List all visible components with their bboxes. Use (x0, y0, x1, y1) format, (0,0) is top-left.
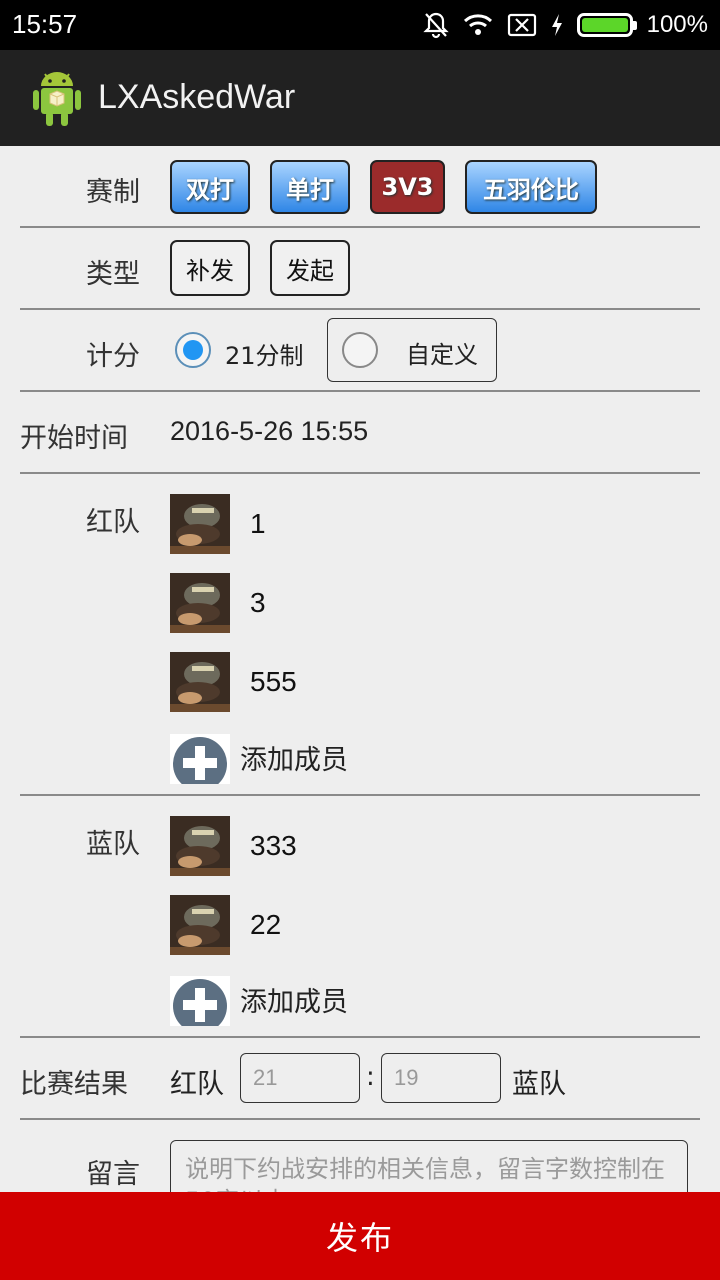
result-blue-label: 蓝队 (512, 1069, 566, 1100)
divider (20, 1118, 700, 1120)
battery-percent: 100% (646, 11, 708, 38)
red-add-member-button[interactable]: 添加成员 (240, 738, 348, 777)
app-bar: LXAskedWar (0, 50, 720, 146)
wifi-icon (463, 14, 492, 35)
type-option-initiate[interactable]: 发起 (270, 240, 350, 296)
score-separator: : (366, 1062, 375, 1092)
divider (20, 794, 700, 796)
battery-icon (576, 13, 637, 37)
app-title: LXAskedWar (98, 78, 296, 116)
member-avatar (170, 652, 230, 712)
scoring-radio-21[interactable] (175, 332, 211, 368)
scoring-option-21-label: 21分制 (225, 342, 304, 370)
start-time-label: 开始时间 (20, 423, 128, 454)
publish-button[interactable]: 发布 (0, 1192, 720, 1280)
result-label: 比赛结果 (20, 1069, 128, 1100)
no-sim-icon (507, 13, 536, 37)
divider (20, 308, 700, 310)
scoring-option-custom-label: 自定义 (406, 341, 478, 369)
red-score-input[interactable]: 21 (240, 1053, 360, 1103)
start-time-value[interactable]: 2016-5-26 15:55 (170, 416, 368, 447)
member-avatar (170, 573, 230, 633)
android-logo-icon (33, 72, 81, 126)
message-label: 留言 (86, 1159, 140, 1190)
divider (20, 390, 700, 392)
status-time: 15:57 (12, 9, 78, 39)
scoring-radio-custom[interactable] (342, 332, 378, 368)
blue-member-name: 22 (250, 909, 282, 940)
format-label: 赛制 (86, 177, 140, 208)
format-option-3v3[interactable]: 3V3 (370, 160, 445, 214)
blue-team-label: 蓝队 (86, 829, 140, 860)
add-member-icon[interactable] (170, 734, 230, 784)
blue-add-member-button[interactable]: 添加成员 (240, 980, 348, 1019)
status-bar: 15:57 100% (0, 0, 720, 50)
red-member-name: 1 (250, 508, 266, 539)
type-option-resend[interactable]: 补发 (170, 240, 250, 296)
divider (20, 226, 700, 228)
format-option-singles[interactable]: 单打 (270, 160, 350, 214)
member-avatar (170, 816, 230, 876)
format-option-five[interactable]: 五羽伦比 (465, 160, 597, 214)
type-label: 类型 (86, 259, 140, 290)
red-member-name: 3 (250, 587, 266, 618)
mute-bell-icon (422, 12, 449, 39)
result-red-label: 红队 (170, 1069, 224, 1100)
red-member-name: 555 (250, 666, 297, 697)
add-member-icon[interactable] (170, 976, 230, 1026)
format-option-doubles[interactable]: 双打 (170, 160, 250, 214)
status-icons: 100% (422, 8, 708, 42)
scoring-label: 计分 (86, 341, 140, 372)
scoring-option-custom[interactable]: 自定义 (327, 318, 497, 382)
divider (20, 1036, 700, 1038)
divider (20, 472, 700, 474)
charging-bolt-icon (551, 14, 562, 36)
member-avatar (170, 494, 230, 554)
blue-score-input[interactable]: 19 (381, 1053, 501, 1103)
red-team-label: 红队 (86, 507, 140, 538)
member-avatar (170, 895, 230, 955)
blue-member-name: 333 (250, 830, 297, 861)
